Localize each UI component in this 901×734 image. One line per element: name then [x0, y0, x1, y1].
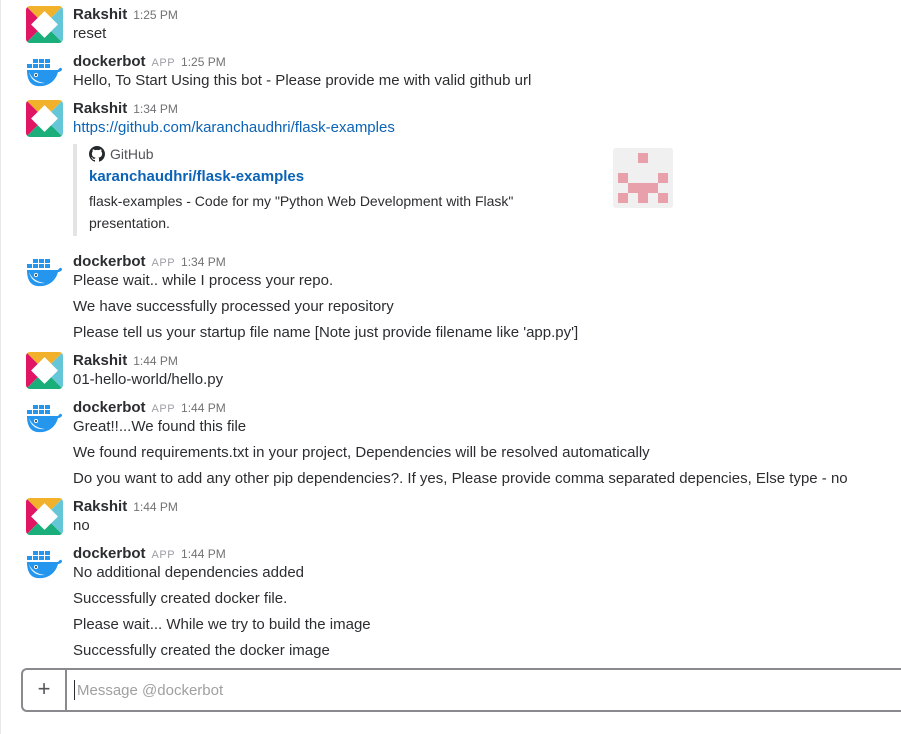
docker-whale-avatar[interactable] [26, 399, 63, 436]
timestamp[interactable]: 1:25 PM [181, 55, 226, 69]
docker-whale-avatar[interactable] [26, 545, 63, 582]
message-list: Rakshit 1:25 PM reset dockerbot APP 1:25 PM He… [1, 0, 901, 665]
message-header: Rakshit 1:44 PM [73, 498, 178, 516]
message-header: Rakshit 1:44 PM [73, 352, 178, 370]
message-text: reset [73, 25, 107, 42]
identicon-thumbnail[interactable] [613, 148, 673, 208]
slack-logo-avatar[interactable] [26, 6, 63, 43]
timestamp[interactable]: 1:44 PM [133, 500, 178, 514]
app-badge: APP [151, 57, 176, 69]
message-text: Do you want to add any other pip depende… [73, 470, 848, 487]
message-text: no [73, 517, 90, 534]
message-text: Successfully created docker file. [73, 590, 288, 607]
attachment-title-link[interactable]: karanchaudhri/flask-examples [89, 168, 304, 185]
slack-logo-avatar[interactable] [26, 100, 63, 137]
timestamp[interactable]: 1:44 PM [181, 401, 226, 415]
app-badge: APP [151, 257, 176, 269]
sender-name[interactable]: dockerbot [73, 253, 146, 270]
message-text: We have successfully processed your repo… [73, 298, 394, 315]
timestamp[interactable]: 1:34 PM [181, 255, 226, 269]
sender-name[interactable]: Rakshit [73, 6, 127, 23]
message-header: Rakshit 1:34 PM [73, 100, 178, 118]
attachment-description: flask-examples - Code for my "Python Web… [89, 193, 514, 231]
message-input[interactable] [73, 670, 897, 710]
docker-whale-avatar[interactable] [26, 253, 63, 290]
docker-whale-avatar[interactable] [26, 53, 63, 90]
message-text: Successfully created the docker image [73, 642, 330, 659]
github-icon [89, 146, 110, 162]
app-badge: APP [151, 403, 176, 415]
message-link[interactable]: https://github.com/karanchaudhri/flask-e… [73, 119, 395, 136]
message-header: dockerbot APP 1:44 PM [73, 545, 226, 563]
chat-window: Rakshit 1:25 PM reset dockerbot APP 1:25 PM He… [0, 0, 901, 734]
sender-name[interactable]: dockerbot [73, 53, 146, 70]
sender-name[interactable]: Rakshit [73, 498, 127, 515]
slack-logo-avatar[interactable] [26, 498, 63, 535]
sender-name[interactable]: dockerbot [73, 399, 146, 416]
timestamp[interactable]: 1:44 PM [133, 354, 178, 368]
sender-name[interactable]: Rakshit [73, 352, 127, 369]
message-text: No additional dependencies added [73, 564, 305, 581]
message-text: Great!!...We found this file [73, 418, 247, 435]
message-text: Please tell us your startup file name [N… [73, 324, 579, 341]
sender-name[interactable]: Rakshit [73, 100, 127, 117]
message-text: We found requirements.txt in your projec… [73, 444, 650, 461]
message-text: Please wait... While we try to build the… [73, 616, 371, 633]
link-preview-attachment: GitHub karanchaudhri/flask-examples flask-… [73, 144, 683, 236]
message-text: Hello, To Start Using this bot - Please … [73, 72, 532, 89]
message-header: dockerbot APP 1:44 PM [73, 399, 226, 417]
plus-icon[interactable]: + [23, 670, 67, 710]
timestamp[interactable]: 1:44 PM [181, 547, 226, 561]
message-text: 01-hello-world/hello.py [73, 371, 224, 388]
app-badge: APP [151, 549, 176, 561]
message-header: dockerbot APP 1:34 PM [73, 253, 226, 271]
sender-name[interactable]: dockerbot [73, 545, 146, 562]
timestamp[interactable]: 1:25 PM [133, 8, 178, 22]
message-header: Rakshit 1:25 PM [73, 6, 178, 24]
message-header: dockerbot APP 1:25 PM [73, 53, 226, 71]
attachment-service: GitHub [89, 144, 154, 164]
slack-logo-avatar[interactable] [26, 352, 63, 389]
attachment-service-name: GitHub [110, 146, 154, 162]
message-text: Please wait.. while I process your repo. [73, 272, 334, 289]
message-composer[interactable]: + [21, 668, 901, 712]
timestamp[interactable]: 1:34 PM [133, 102, 178, 116]
